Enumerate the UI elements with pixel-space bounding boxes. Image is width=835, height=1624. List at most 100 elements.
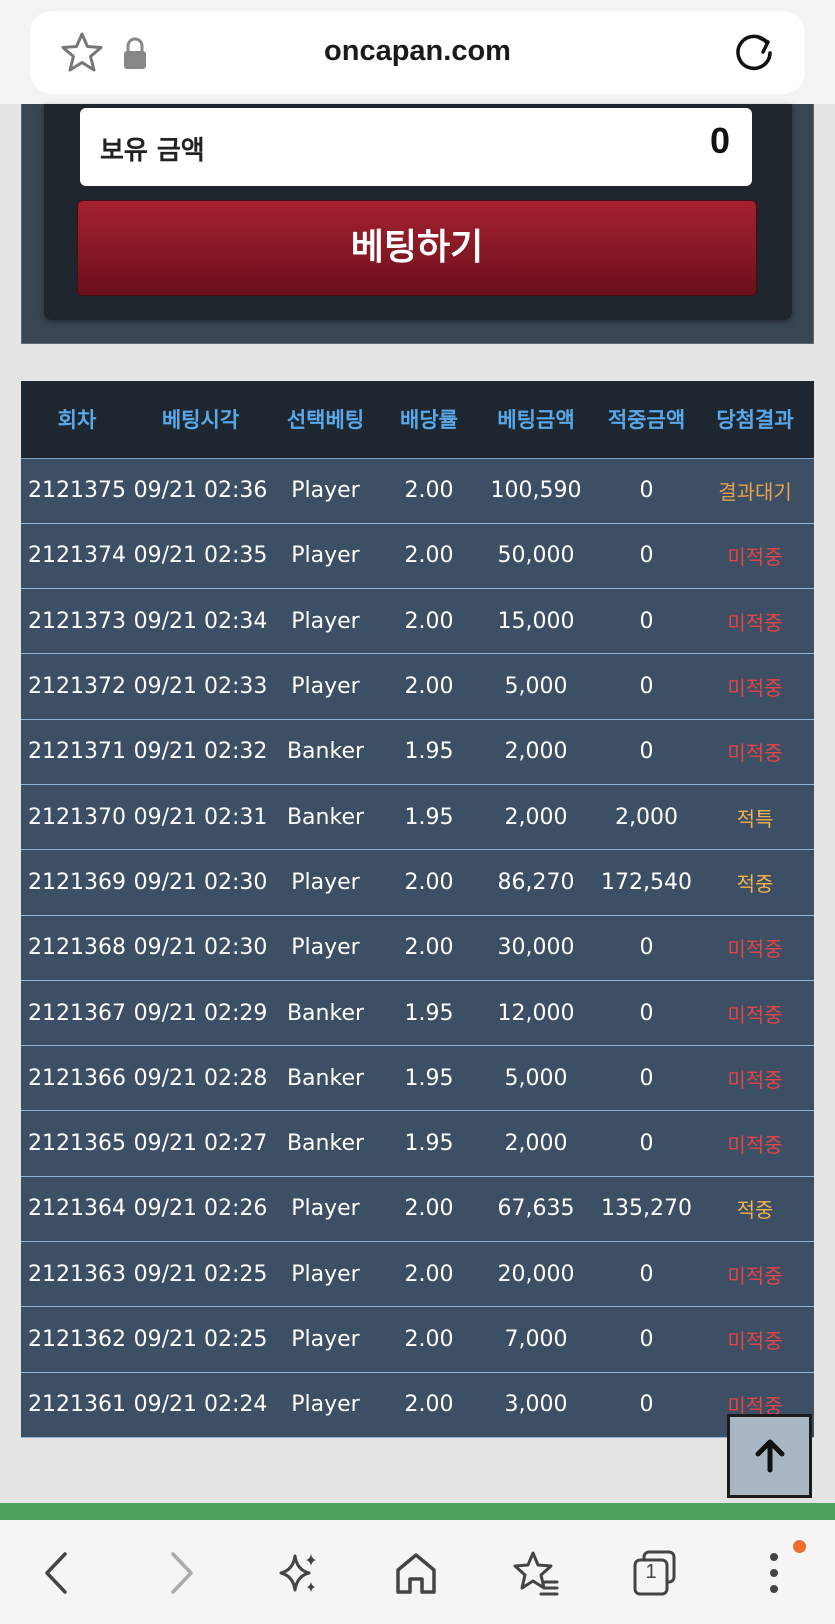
table-header-row: 회차 베팅시각 선택베팅 배당률 베팅금액 적중금액 당첨결과 (21, 381, 814, 459)
cell-bet-time: 09/21 02:31 (133, 784, 268, 851)
table-row: 2121364 09/21 02:26 Player 2.00 67,635 135,27… (21, 1176, 814, 1243)
address-bar[interactable]: oncapan.com (30, 11, 805, 94)
betting-panel-inner: 보유 금액 0 베팅하기 (44, 104, 792, 320)
cell-odds: 2.00 (383, 653, 475, 720)
cell-bet-amount: 86,270 (475, 849, 597, 916)
cell-bet-time: 09/21 02:24 (133, 1372, 268, 1438)
cell-selected-bet: Player (268, 849, 383, 916)
cell-selected-bet: Banker (268, 1045, 383, 1112)
table-row: 2121374 09/21 02:35 Player 2.00 50,000 0 미적중 (21, 523, 814, 590)
header-bet-amount: 베팅금액 (475, 381, 597, 459)
cell-round: 2121363 (21, 1241, 133, 1308)
cell-bet-time: 09/21 02:33 (133, 653, 268, 720)
cell-selected-bet: Player (268, 1372, 383, 1438)
cell-result: 적특 (696, 784, 814, 851)
cell-selected-bet: Banker (268, 784, 383, 851)
cell-odds: 2.00 (383, 849, 475, 916)
cell-bet-amount: 30,000 (475, 915, 597, 981)
cell-bet-time: 09/21 02:27 (133, 1110, 268, 1177)
header-bet-time: 베팅시각 (133, 381, 268, 459)
page-bottom-bar (0, 1503, 835, 1520)
betting-panel: 보유 금액 0 베팅하기 (21, 104, 814, 344)
tabs-button[interactable]: 1 (630, 1548, 680, 1598)
cell-selected-bet: Player (268, 653, 383, 720)
cell-bet-amount: 12,000 (475, 980, 597, 1047)
cell-round: 2121373 (21, 588, 133, 655)
chevron-right-icon[interactable] (155, 1548, 205, 1598)
cell-result: 미적중 (696, 653, 814, 720)
cell-win-amount: 135,270 (597, 1176, 696, 1243)
table-row: 2121371 09/21 02:32 Banker 1.95 2,000 0 미적중 (21, 719, 814, 785)
cell-result: 적중 (696, 1176, 814, 1243)
cell-selected-bet: Banker (268, 1110, 383, 1177)
cell-bet-time: 09/21 02:25 (133, 1241, 268, 1308)
table-row: 2121361 09/21 02:24 Player 2.00 3,000 0 미적중 (21, 1372, 814, 1438)
bet-button[interactable]: 베팅하기 (77, 200, 757, 296)
cell-bet-amount: 5,000 (475, 1045, 597, 1112)
cell-selected-bet: Player (268, 458, 383, 524)
balance-label: 보유 금액 (100, 136, 205, 166)
cell-bet-time: 09/21 02:36 (133, 458, 268, 524)
cell-win-amount: 0 (597, 1306, 696, 1373)
cell-win-amount: 0 (597, 523, 696, 590)
cell-odds: 2.00 (383, 1372, 475, 1438)
cell-bet-time: 09/21 02:26 (133, 1176, 268, 1243)
scroll-top-button[interactable] (727, 1414, 812, 1498)
table-row: 2121375 09/21 02:36 Player 2.00 100,590 0 결과대기 (21, 458, 814, 524)
cell-round: 2121372 (21, 653, 133, 720)
cell-result: 결과대기 (696, 458, 814, 524)
sparkles-icon[interactable] (273, 1548, 323, 1598)
cell-bet-time: 09/21 02:25 (133, 1306, 268, 1373)
cell-odds: 2.00 (383, 1306, 475, 1373)
home-icon[interactable] (391, 1548, 441, 1598)
more-vertical-icon[interactable] (749, 1548, 799, 1598)
cell-round: 2121365 (21, 1110, 133, 1177)
cell-round: 2121367 (21, 980, 133, 1047)
cell-bet-amount: 50,000 (475, 523, 597, 590)
table-row: 2121372 09/21 02:33 Player 2.00 5,000 0 미적중 (21, 653, 814, 720)
balance-box: 보유 금액 0 (80, 108, 752, 186)
table-row: 2121363 09/21 02:25 Player 2.00 20,000 0 미적중 (21, 1241, 814, 1308)
header-round: 회차 (21, 381, 133, 459)
tab-count: 1 (645, 1561, 657, 1583)
cell-bet-time: 09/21 02:35 (133, 523, 268, 590)
table-row: 2121365 09/21 02:27 Banker 1.95 2,000 0 미적중 (21, 1110, 814, 1177)
cell-odds: 2.00 (383, 1176, 475, 1243)
cell-selected-bet: Player (268, 1306, 383, 1373)
star-list-icon[interactable] (511, 1548, 561, 1598)
cell-bet-amount: 2,000 (475, 784, 597, 851)
cell-bet-time: 09/21 02:28 (133, 1045, 268, 1112)
cell-odds: 2.00 (383, 588, 475, 655)
cell-selected-bet: Player (268, 915, 383, 981)
chevron-left-icon[interactable] (33, 1548, 83, 1598)
cell-bet-amount: 3,000 (475, 1372, 597, 1438)
browser-top-bar: oncapan.com (0, 0, 835, 104)
header-result: 당첨결과 (696, 381, 814, 459)
cell-odds: 1.95 (383, 1045, 475, 1112)
cell-bet-amount: 20,000 (475, 1241, 597, 1308)
table-row: 2121369 09/21 02:30 Player 2.00 86,270 172,54… (21, 849, 814, 916)
cell-odds: 1.95 (383, 1110, 475, 1177)
cell-selected-bet: Player (268, 588, 383, 655)
cell-win-amount: 0 (597, 588, 696, 655)
cell-bet-amount: 100,590 (475, 458, 597, 524)
cell-result: 미적중 (696, 523, 814, 590)
cell-win-amount: 0 (597, 653, 696, 720)
header-selected-bet: 선택베팅 (268, 381, 383, 459)
header-win-amount: 적중금액 (597, 381, 696, 459)
reload-icon[interactable] (731, 29, 777, 75)
cell-win-amount: 0 (597, 1110, 696, 1177)
cell-round: 2121375 (21, 458, 133, 524)
cell-win-amount: 172,540 (597, 849, 696, 916)
cell-bet-amount: 7,000 (475, 1306, 597, 1373)
cell-win-amount: 0 (597, 1241, 696, 1308)
cell-round: 2121374 (21, 523, 133, 590)
cell-odds: 2.00 (383, 458, 475, 524)
arrow-up-icon (755, 1439, 785, 1473)
cell-result: 미적중 (696, 1306, 814, 1373)
url-text[interactable]: oncapan.com (30, 35, 805, 68)
cell-selected-bet: Banker (268, 719, 383, 785)
cell-bet-amount: 67,635 (475, 1176, 597, 1243)
bet-history-table: 회차 베팅시각 선택베팅 배당률 베팅금액 적중금액 당첨결과 2121375 0… (21, 381, 814, 1438)
cell-bet-time: 09/21 02:34 (133, 588, 268, 655)
